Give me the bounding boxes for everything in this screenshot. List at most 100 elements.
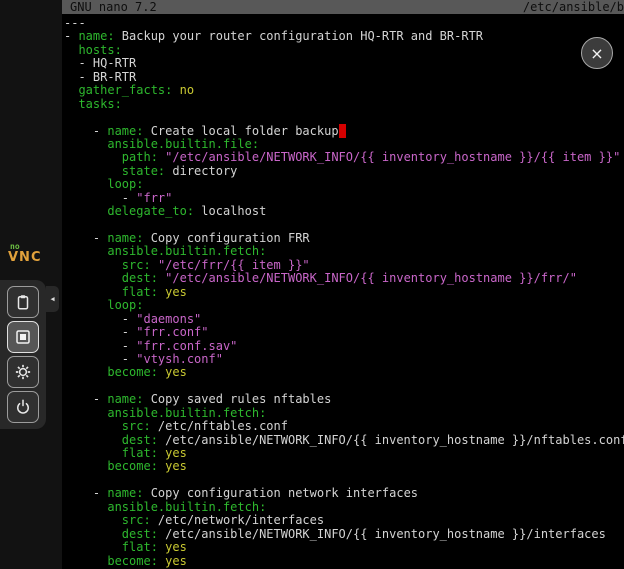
code-segment: gather_facts: xyxy=(78,83,172,97)
code-segment: become: xyxy=(107,365,158,379)
code-segment: - xyxy=(64,231,107,245)
code-segment xyxy=(64,527,122,541)
code-segment: hosts: xyxy=(78,43,121,57)
terminal-screen[interactable]: ---- name: Backup your router configurat… xyxy=(62,14,624,568)
settings-button[interactable] xyxy=(7,356,39,388)
code-segment: dest: xyxy=(122,527,158,541)
code-segment: loop: xyxy=(107,177,143,191)
code-segment xyxy=(64,419,122,433)
terminal-line: become: yes xyxy=(64,460,624,473)
terminal-line: src: /etc/network/interfaces xyxy=(64,514,624,527)
terminal-line xyxy=(64,219,624,232)
code-segment xyxy=(64,513,122,527)
code-segment: yes xyxy=(165,446,187,460)
code-segment xyxy=(64,258,122,272)
code-segment: - xyxy=(64,29,78,43)
terminal-line: tasks: xyxy=(64,98,624,111)
novnc-logo: no VNC xyxy=(8,243,52,264)
terminal-line xyxy=(64,111,624,124)
terminal-line: path: "/etc/ansible/NETWORK_INFO/{{ inve… xyxy=(64,151,624,164)
terminal-line: ansible.builtin.file: xyxy=(64,138,624,151)
terminal-line: src: /etc/nftables.conf xyxy=(64,420,624,433)
code-segment: yes xyxy=(165,365,187,379)
nano-app-title: GNU nano 7.2 xyxy=(70,0,157,14)
vnc-control-panel xyxy=(0,280,46,429)
code-segment: - BR-RTR xyxy=(64,70,136,84)
code-segment: - xyxy=(64,191,136,205)
code-segment: directory xyxy=(165,164,237,178)
code-segment: - xyxy=(64,312,136,326)
terminal-line: - name: Copy saved rules nftables xyxy=(64,393,624,406)
terminal-line: - "frr.conf.sav" xyxy=(64,340,624,353)
terminal-line: - "frr" xyxy=(64,192,624,205)
code-segment: - xyxy=(64,124,107,138)
code-segment: "frr.conf" xyxy=(136,325,208,339)
code-segment: Backup your router configuration HQ-RTR … xyxy=(115,29,483,43)
code-segment: src: xyxy=(122,513,151,527)
terminal-line: ansible.builtin.fetch: xyxy=(64,245,624,258)
code-segment: - xyxy=(64,486,107,500)
code-segment: - xyxy=(64,352,136,366)
code-segment xyxy=(64,164,122,178)
terminal-viewport[interactable]: GNU nano 7.2 /etc/ansible/b ---- name: B… xyxy=(62,0,624,569)
code-segment: yes xyxy=(165,540,187,554)
code-segment: localhost xyxy=(194,204,266,218)
code-segment: flat: xyxy=(122,446,158,460)
code-segment xyxy=(64,150,122,164)
code-segment: name: xyxy=(78,29,114,43)
terminal-line: hosts: xyxy=(64,44,624,57)
code-segment: yes xyxy=(165,459,187,473)
close-button[interactable]: × xyxy=(581,37,613,69)
power-icon xyxy=(14,398,32,416)
close-icon: × xyxy=(590,44,603,63)
vnc-sidebar: no VNC xyxy=(0,0,62,569)
code-segment xyxy=(64,433,122,447)
code-segment: tasks: xyxy=(78,97,121,111)
code-segment: --- xyxy=(64,16,86,30)
code-segment: name: xyxy=(107,124,143,138)
code-segment: flat: xyxy=(122,540,158,554)
code-segment xyxy=(64,500,107,514)
code-segment: "vtysh.conf" xyxy=(136,352,223,366)
code-segment: "/etc/ansible/NETWORK_INFO/{{ inventory_… xyxy=(165,150,620,164)
code-segment xyxy=(64,365,107,379)
code-segment: ansible.builtin.fetch: xyxy=(107,244,266,258)
terminal-line: state: directory xyxy=(64,165,624,178)
code-segment: - xyxy=(64,325,136,339)
code-segment: src: xyxy=(122,258,151,272)
terminal-line: become: yes xyxy=(64,366,624,379)
sidebar-collapse-handle[interactable]: ◀ xyxy=(46,286,59,312)
terminal-line: - name: Copy configuration FRR xyxy=(64,232,624,245)
terminal-line: - HQ-RTR xyxy=(64,57,624,70)
terminal-line: gather_facts: no xyxy=(64,84,624,97)
chevron-left-icon: ◀ xyxy=(50,295,54,303)
clipboard-button[interactable] xyxy=(7,286,39,318)
code-segment: "frr" xyxy=(136,191,172,205)
code-segment: - xyxy=(64,392,107,406)
code-segment: path: xyxy=(122,150,158,164)
code-segment: name: xyxy=(107,231,143,245)
terminal-line: --- xyxy=(64,17,624,30)
code-segment: no xyxy=(180,83,194,97)
terminal-line xyxy=(64,380,624,393)
code-segment: delegate_to: xyxy=(107,204,194,218)
code-segment xyxy=(64,554,107,568)
code-segment xyxy=(64,540,122,554)
novnc-logo-text-bottom: VNC xyxy=(8,251,52,264)
code-segment: "/etc/ansible/NETWORK_INFO/{{ inventory_… xyxy=(165,271,577,285)
code-segment: /etc/ansible/NETWORK_INFO/{{ inventory_h… xyxy=(158,527,606,541)
code-segment xyxy=(64,83,78,97)
gear-icon xyxy=(14,363,32,381)
clipboard-icon xyxy=(14,293,32,311)
terminal-line: ansible.builtin.fetch: xyxy=(64,407,624,420)
power-button[interactable] xyxy=(7,391,39,423)
fullscreen-button[interactable] xyxy=(7,321,39,353)
code-segment: yes xyxy=(165,554,187,568)
terminal-line: ansible.builtin.fetch: xyxy=(64,501,624,514)
code-segment: src: xyxy=(122,419,151,433)
nano-file-path: /etc/ansible/b xyxy=(523,0,624,14)
code-segment xyxy=(64,177,107,191)
terminal-line: dest: /etc/ansible/NETWORK_INFO/{{ inven… xyxy=(64,434,624,447)
code-segment: become: xyxy=(107,554,158,568)
code-segment: Create local folder backup xyxy=(143,124,338,138)
